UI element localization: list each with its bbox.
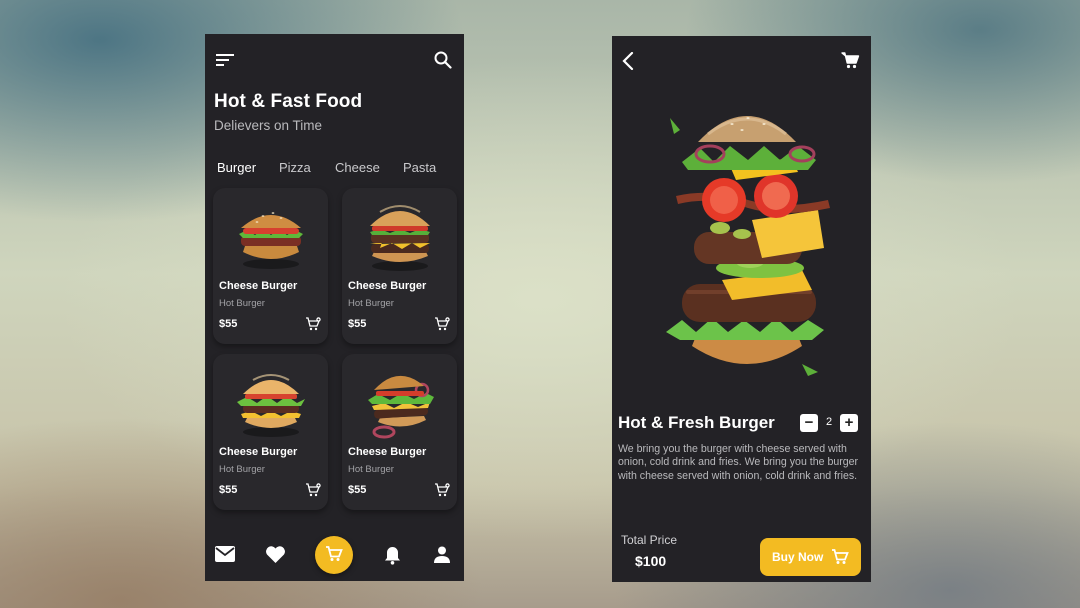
search-icon[interactable] xyxy=(434,51,452,69)
burger-image xyxy=(237,374,305,437)
cart-button[interactable] xyxy=(315,536,353,574)
user-icon[interactable] xyxy=(434,546,450,568)
product-card[interactable]: Cheese Burger Hot Burger $55 xyxy=(342,188,457,344)
product-subtitle: Hot Burger xyxy=(348,464,394,475)
cart-icon xyxy=(326,546,343,561)
product-card[interactable]: Cheese Burger Hot Burger $55 xyxy=(213,354,328,510)
tab-burger[interactable]: Burger xyxy=(217,160,256,175)
add-to-cart-icon[interactable] xyxy=(305,317,321,336)
product-card[interactable]: Cheese Burger Hot Burger $55 xyxy=(213,188,328,344)
menu-icon[interactable] xyxy=(216,53,234,67)
back-arrow-icon[interactable] xyxy=(622,52,634,70)
tab-pasta[interactable]: Pasta xyxy=(403,160,436,175)
page-subtitle: Delievers on Time xyxy=(214,118,323,133)
cart-icon[interactable] xyxy=(841,52,860,69)
product-name: Cheese Burger xyxy=(348,280,427,292)
tab-pizza[interactable]: Pizza xyxy=(279,160,311,175)
quantity-value: 2 xyxy=(825,416,833,428)
heart-icon[interactable] xyxy=(265,546,286,569)
burger-image xyxy=(239,212,303,269)
total-price-value: $100 xyxy=(635,553,667,569)
total-price-label: Total Price xyxy=(621,533,678,547)
tab-cheese[interactable]: Cheese xyxy=(335,160,380,175)
increase-button[interactable]: + xyxy=(840,414,858,432)
product-subtitle: Hot Burger xyxy=(219,464,265,475)
product-price: $55 xyxy=(348,484,367,496)
mail-icon[interactable] xyxy=(215,546,235,567)
product-name: Cheese Burger xyxy=(219,446,298,458)
detail-screen: Hot & Fresh Burger − 2 + We bring you th… xyxy=(612,36,871,582)
product-subtitle: Hot Burger xyxy=(219,298,265,309)
category-tabs: Burger Pizza Cheese Pasta xyxy=(205,160,464,178)
product-price: $55 xyxy=(219,484,238,496)
quantity-stepper: − 2 + xyxy=(800,414,858,432)
burger-image xyxy=(370,205,430,271)
home-screen: Hot & Fast Food Delievers on Time Burger… xyxy=(205,34,464,581)
product-price: $55 xyxy=(348,318,367,330)
product-subtitle: Hot Burger xyxy=(348,298,394,309)
product-title: Hot & Fresh Burger xyxy=(618,413,775,432)
page-title: Hot & Fast Food xyxy=(214,91,363,112)
product-name: Cheese Burger xyxy=(348,446,427,458)
exploded-burger-image xyxy=(666,116,830,376)
decrease-button[interactable]: − xyxy=(800,414,818,432)
product-description: We bring you the burger with cheese serv… xyxy=(618,443,859,482)
bottom-navigation xyxy=(205,530,464,581)
buy-now-label: Buy Now xyxy=(772,550,824,564)
bell-icon[interactable] xyxy=(384,546,401,570)
add-to-cart-icon[interactable] xyxy=(305,483,321,502)
product-price: $55 xyxy=(219,318,238,330)
buy-now-button[interactable]: Buy Now xyxy=(760,538,861,576)
add-to-cart-icon[interactable] xyxy=(434,483,450,502)
product-name: Cheese Burger xyxy=(219,280,298,292)
product-card[interactable]: Cheese Burger Hot Burger $55 xyxy=(342,354,457,510)
burger-image xyxy=(368,375,434,439)
add-to-cart-icon[interactable] xyxy=(434,317,450,336)
cart-icon xyxy=(832,549,849,564)
